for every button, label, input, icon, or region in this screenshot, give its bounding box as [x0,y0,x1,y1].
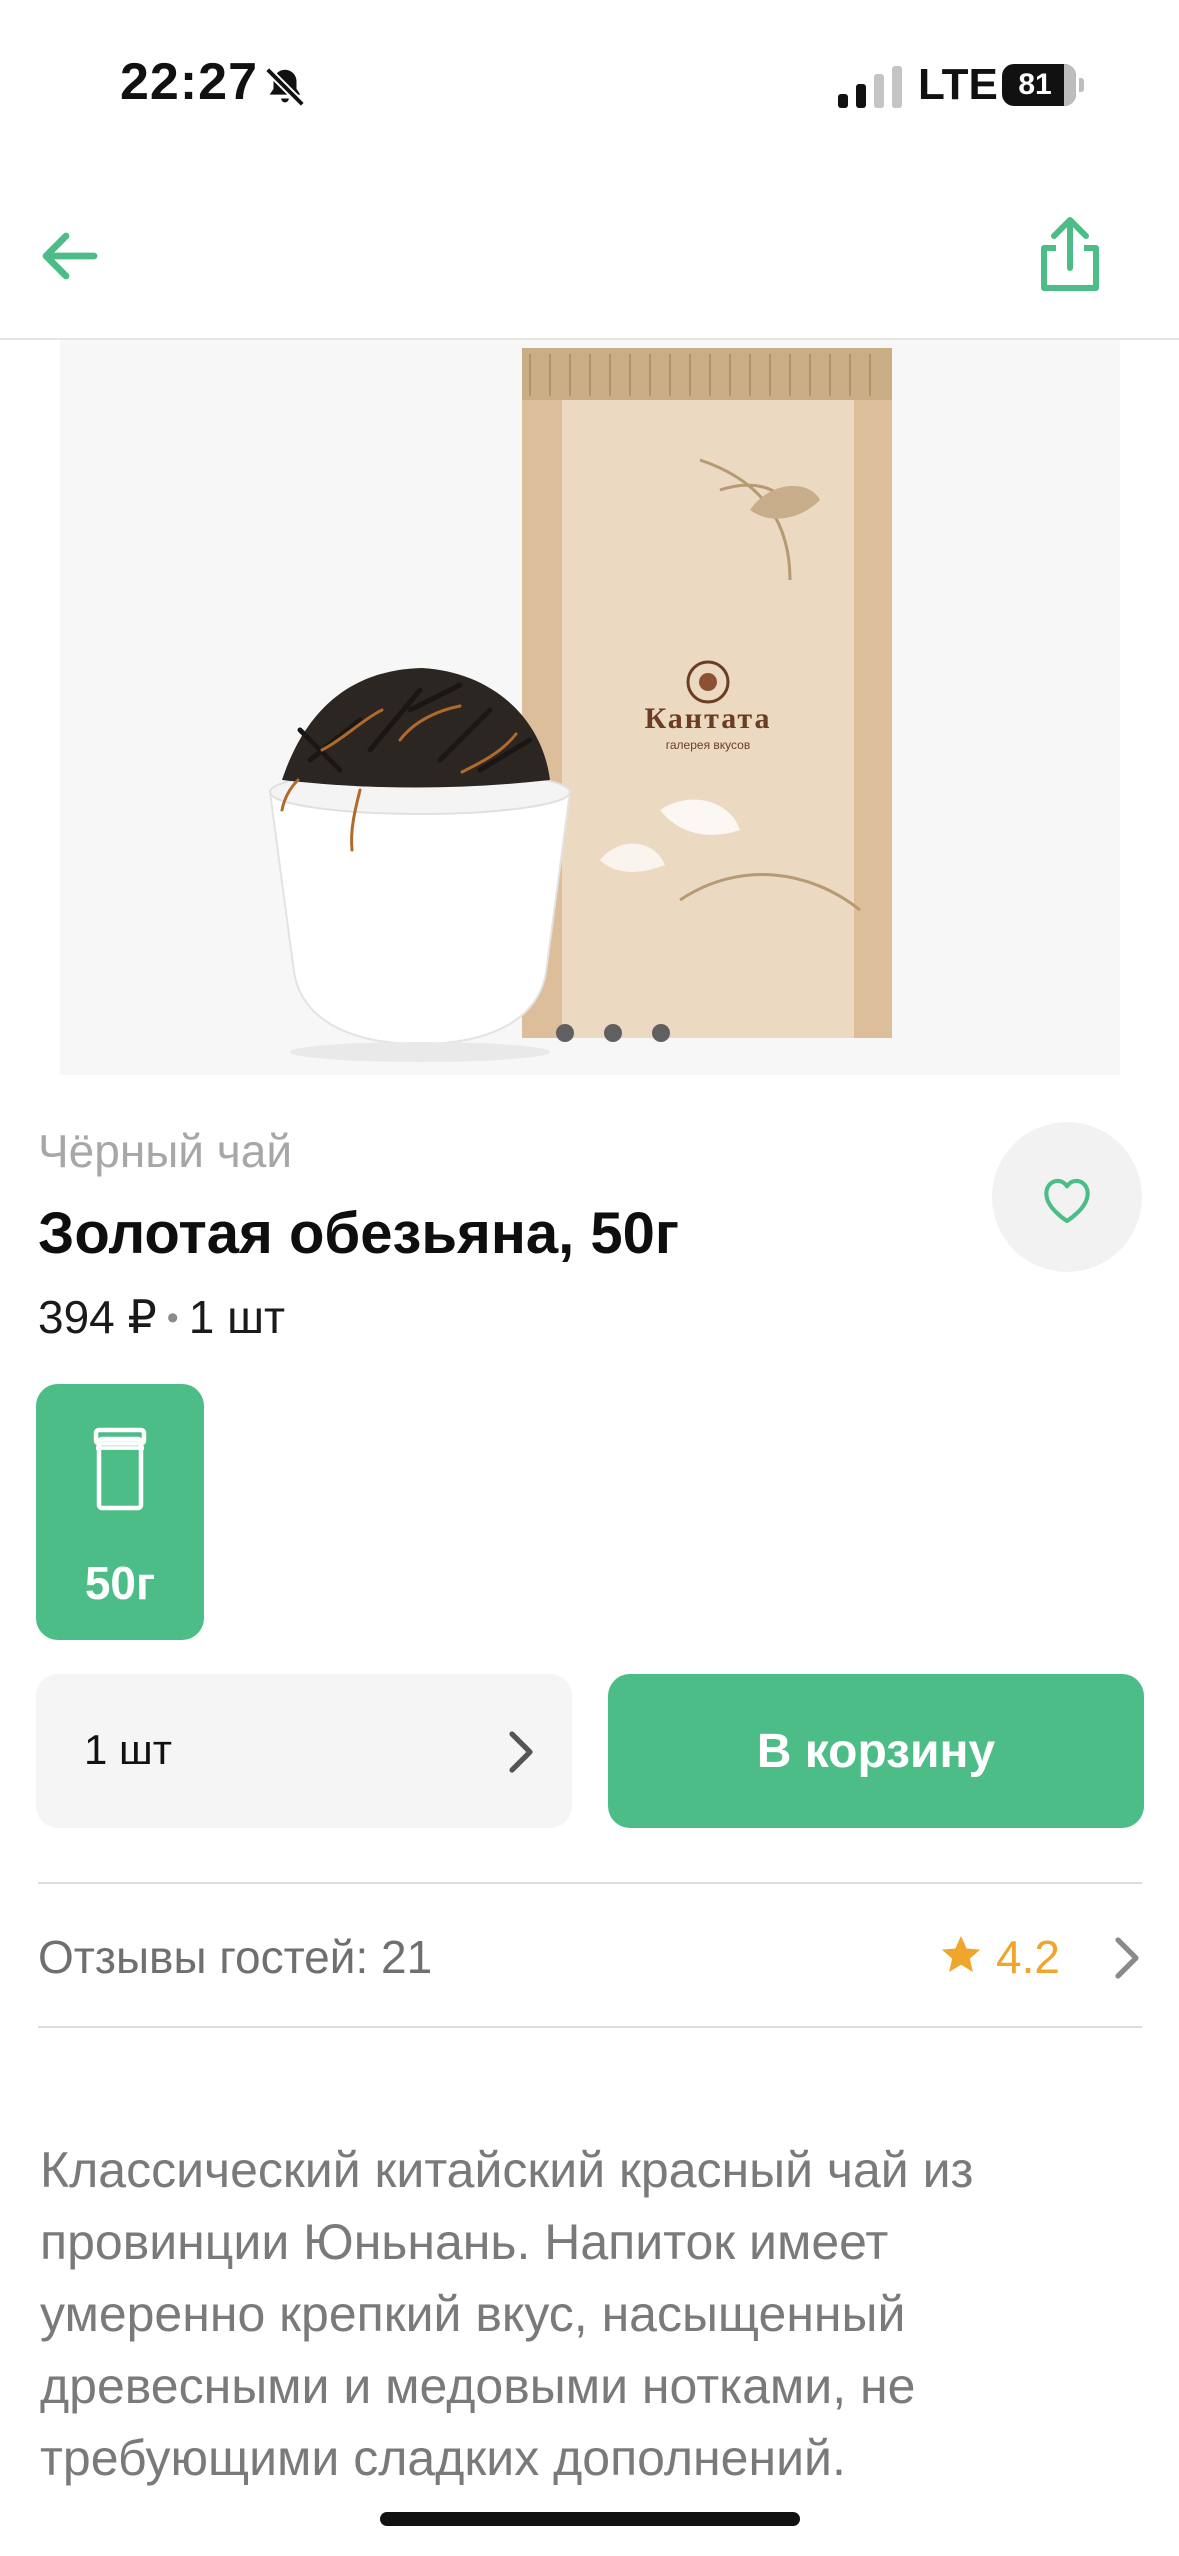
add-to-cart-button[interactable]: В корзину [608,1674,1144,1828]
add-to-cart-label: В корзину [756,1725,996,1778]
quantity-selector[interactable]: 1 шт [36,1674,572,1828]
carousel-dot[interactable] [604,1024,622,1042]
battery-level: 81 [1018,68,1052,101]
product-price: 394 ₽ [38,1291,157,1343]
brand-subtitle: галерея вкусов [665,738,751,752]
chevron-right-icon[interactable] [1114,1936,1140,1980]
quantity-label: 1 шт [84,1726,172,1773]
price-separator: • [166,1299,179,1337]
network-label: LTE [918,60,998,109]
chevron-right-icon [509,1731,533,1773]
back-arrow-icon[interactable] [34,220,106,292]
carousel-dot[interactable] [556,1024,574,1042]
product-photo [268,348,892,1062]
signal-icon [838,66,902,108]
star-icon [941,1935,981,1973]
weight-option-50g[interactable]: 50г [36,1384,204,1640]
heart-icon [1044,1178,1090,1224]
product-description: Классический китайский красный чай из пр… [40,2142,974,2486]
carousel-dots[interactable] [540,1024,670,1054]
divider [38,2026,1142,2028]
reviews-link[interactable]: Отзывы гостей: 21 [38,1930,432,1984]
carousel-dot[interactable] [652,1024,670,1042]
battery-icon: 81 [1002,64,1084,106]
product-title: Золотая обезьяна, 50г [38,1201,680,1266]
brand-logo-text: Кантата [644,702,772,735]
home-indicator[interactable] [380,2512,800,2526]
product-image-carousel[interactable]: Кантата галерея вкусов [60,340,1120,1075]
favorite-button[interactable] [992,1122,1142,1272]
rating-value: 4.2 [996,1931,1060,1983]
bell-muted-icon [265,67,305,107]
divider [38,1882,1142,1884]
status-time: 22:27 [120,53,258,111]
weight-option-label: 50г [84,1557,156,1609]
product-price-row: 394 ₽ • 1 шт [38,1290,285,1344]
product-category: Чёрный чай [38,1125,293,1177]
share-icon[interactable] [1030,216,1110,296]
tea-pack-icon [93,1427,147,1511]
product-unit: 1 шт [188,1291,286,1343]
